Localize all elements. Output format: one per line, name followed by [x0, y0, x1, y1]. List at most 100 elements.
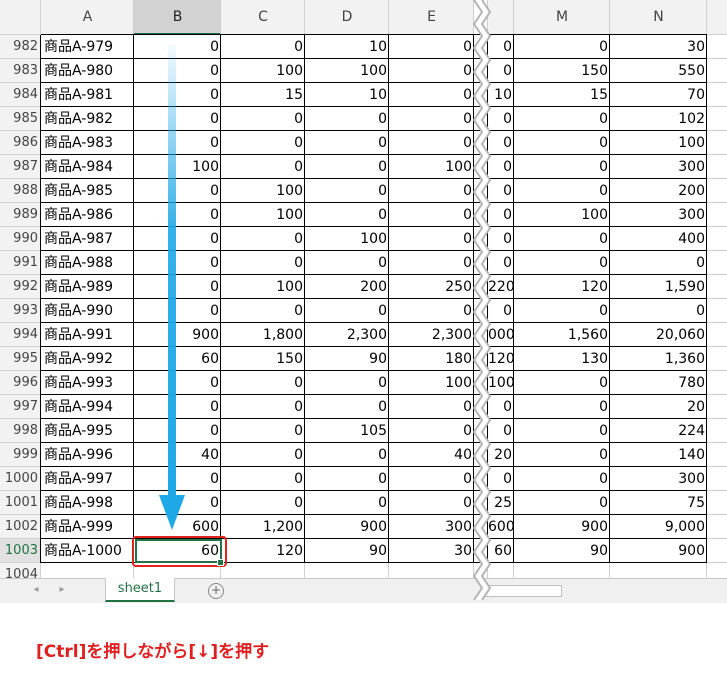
- row-header[interactable]: 997: [0, 395, 41, 419]
- cell-e[interactable]: 180: [389, 347, 474, 371]
- next-sheet-icon[interactable]: ▸: [56, 584, 68, 596]
- product-name-cell[interactable]: 商品A-995: [41, 419, 134, 443]
- cell-d[interactable]: 10: [305, 83, 389, 107]
- cell-e[interactable]: 0: [389, 227, 474, 251]
- cell-d[interactable]: 900: [305, 515, 389, 539]
- cell-c[interactable]: 100: [221, 179, 305, 203]
- cell-d[interactable]: 0: [305, 155, 389, 179]
- cell-d[interactable]: 100: [305, 227, 389, 251]
- cell-m[interactable]: 0: [514, 491, 610, 515]
- row-header[interactable]: 992: [0, 275, 41, 299]
- row-header[interactable]: 987: [0, 155, 41, 179]
- cell-d[interactable]: 10: [305, 35, 389, 59]
- cell-c[interactable]: 1,200: [221, 515, 305, 539]
- cell-n[interactable]: 300: [610, 155, 707, 179]
- cell-m[interactable]: 0: [514, 299, 610, 323]
- cell-n[interactable]: 224: [610, 419, 707, 443]
- cell-n[interactable]: 100: [610, 131, 707, 155]
- cell-e[interactable]: 0: [389, 203, 474, 227]
- cell-e[interactable]: 0: [389, 467, 474, 491]
- column-header-d[interactable]: D: [305, 0, 389, 35]
- row-header[interactable]: 1002: [0, 515, 41, 539]
- cell-m[interactable]: 1,560: [514, 323, 610, 347]
- row-header[interactable]: 986: [0, 131, 41, 155]
- cell-e[interactable]: 0: [389, 179, 474, 203]
- product-name-cell[interactable]: 商品A-988: [41, 251, 134, 275]
- spreadsheet-grid[interactable]: A B C D E M N 982 商品A-979 0 0 10 0 0 0 30 983 商品A-980 0 100…: [0, 0, 727, 578]
- cell-c[interactable]: 0: [221, 155, 305, 179]
- cell-n[interactable]: 900: [610, 539, 707, 563]
- cell-c[interactable]: 0: [221, 491, 305, 515]
- cell-e[interactable]: 2,300: [389, 323, 474, 347]
- row-header[interactable]: 1000: [0, 467, 41, 491]
- cell-m[interactable]: 120: [514, 275, 610, 299]
- cell-d[interactable]: 90: [305, 347, 389, 371]
- cell-d[interactable]: 0: [305, 251, 389, 275]
- product-name-cell[interactable]: 商品A-992: [41, 347, 134, 371]
- column-header-e[interactable]: E: [389, 0, 474, 35]
- cell-m[interactable]: 150: [514, 59, 610, 83]
- product-name-cell[interactable]: 商品A-997: [41, 467, 134, 491]
- cell-e[interactable]: 0: [389, 395, 474, 419]
- cell-c[interactable]: 100: [221, 203, 305, 227]
- cell-c[interactable]: 15: [221, 83, 305, 107]
- row-header[interactable]: 994: [0, 323, 41, 347]
- cell-n[interactable]: 200: [610, 179, 707, 203]
- cell-d[interactable]: 0: [305, 443, 389, 467]
- product-name-cell[interactable]: 商品A-979: [41, 35, 134, 59]
- row-header[interactable]: 1004: [0, 563, 41, 578]
- cell-e[interactable]: 100: [389, 371, 474, 395]
- product-name-cell[interactable]: 商品A-1000: [41, 539, 134, 563]
- cell-m[interactable]: 15: [514, 83, 610, 107]
- row-header[interactable]: 985: [0, 107, 41, 131]
- cell-m[interactable]: 0: [514, 467, 610, 491]
- cell-m[interactable]: 0: [514, 443, 610, 467]
- column-header-b[interactable]: B: [134, 0, 221, 35]
- cell-d[interactable]: 0: [305, 299, 389, 323]
- column-header-next[interactable]: [707, 0, 727, 35]
- column-header-c[interactable]: C: [221, 0, 305, 35]
- product-name-cell[interactable]: 商品A-980: [41, 59, 134, 83]
- cell-c[interactable]: 0: [221, 251, 305, 275]
- cell-m[interactable]: 130: [514, 347, 610, 371]
- product-name-cell[interactable]: 商品A-990: [41, 299, 134, 323]
- select-all-corner[interactable]: [0, 0, 41, 35]
- cell-c[interactable]: 100: [221, 275, 305, 299]
- product-name-cell[interactable]: 商品A-998: [41, 491, 134, 515]
- product-name-cell[interactable]: 商品A-984: [41, 155, 134, 179]
- prev-sheet-icon[interactable]: ◂: [30, 584, 42, 596]
- cell-d[interactable]: 200: [305, 275, 389, 299]
- cell-c[interactable]: 0: [221, 467, 305, 491]
- product-name-cell[interactable]: 商品A-989: [41, 275, 134, 299]
- cell-m[interactable]: 100: [514, 203, 610, 227]
- product-name-cell[interactable]: 商品A-999: [41, 515, 134, 539]
- cell-d[interactable]: 0: [305, 467, 389, 491]
- cell-e[interactable]: 0: [389, 419, 474, 443]
- row-header[interactable]: 991: [0, 251, 41, 275]
- cell-e[interactable]: 0: [389, 83, 474, 107]
- cell-e[interactable]: 0: [389, 59, 474, 83]
- fill-handle[interactable]: [217, 559, 224, 566]
- cell-d[interactable]: 0: [305, 203, 389, 227]
- add-sheet-icon[interactable]: +: [208, 583, 224, 599]
- cell-d[interactable]: 105: [305, 419, 389, 443]
- cell-n[interactable]: 780: [610, 371, 707, 395]
- cell-n[interactable]: 300: [610, 467, 707, 491]
- cell-e[interactable]: 100: [389, 155, 474, 179]
- cell-m[interactable]: 900: [514, 515, 610, 539]
- cell-c[interactable]: 150: [221, 347, 305, 371]
- cell-d[interactable]: 0: [305, 107, 389, 131]
- cell-c[interactable]: 0: [221, 395, 305, 419]
- cell-e[interactable]: 0: [389, 491, 474, 515]
- row-header[interactable]: 995: [0, 347, 41, 371]
- product-name-cell[interactable]: 商品A-986: [41, 203, 134, 227]
- column-header-n[interactable]: N: [610, 0, 707, 35]
- row-header[interactable]: 1003: [0, 539, 41, 563]
- cell-d[interactable]: 100: [305, 59, 389, 83]
- cell-n[interactable]: 75: [610, 491, 707, 515]
- row-header[interactable]: 989: [0, 203, 41, 227]
- row-header[interactable]: 998: [0, 419, 41, 443]
- cell-d[interactable]: 0: [305, 179, 389, 203]
- row-header[interactable]: 1001: [0, 491, 41, 515]
- cell-d[interactable]: 0: [305, 395, 389, 419]
